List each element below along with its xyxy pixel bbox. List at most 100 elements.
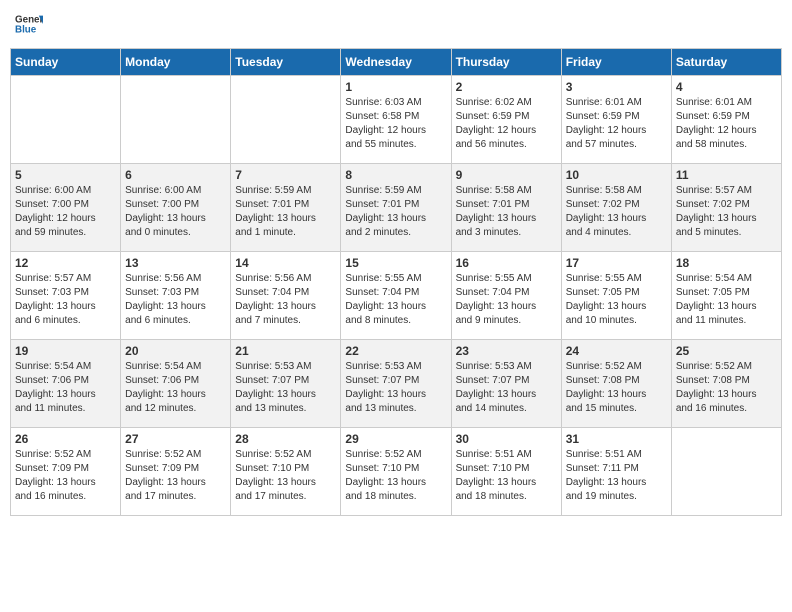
calendar-cell: 15 Sunrise: 5:55 AM Sunset: 7:04 PM Dayli… (341, 252, 451, 340)
calendar-cell: 27 Sunrise: 5:52 AM Sunset: 7:09 PM Dayli… (121, 428, 231, 516)
calendar-cell: 7 Sunrise: 5:59 AM Sunset: 7:01 PM Daylig… (231, 164, 341, 252)
day-info: Sunrise: 5:52 AM Sunset: 7:10 PM Dayligh… (235, 448, 336, 504)
day-info: Sunrise: 5:53 AM Sunset: 7:07 PM Dayligh… (345, 360, 446, 416)
day-info: Sunrise: 6:03 AM Sunset: 6:58 PM Dayligh… (345, 96, 446, 152)
calendar-cell: 28 Sunrise: 5:52 AM Sunset: 7:10 PM Dayli… (231, 428, 341, 516)
calendar-cell: 30Sunrise: 5:51 AM Sunset: 7:10 PM Dayli… (451, 428, 561, 516)
day-info: Sunrise: 5:57 AM Sunset: 7:02 PM Dayligh… (676, 184, 777, 240)
day-info: Sunrise: 5:54 AM Sunset: 7:06 PM Dayligh… (15, 360, 116, 416)
calendar-week-1: 1 Sunrise: 6:03 AM Sunset: 6:58 PM Daylig… (11, 76, 782, 164)
day-info: Sunrise: 5:52 AM Sunset: 7:08 PM Dayligh… (566, 360, 667, 416)
calendar-cell: 21 Sunrise: 5:53 AM Sunset: 7:07 PM Dayli… (231, 340, 341, 428)
day-info: Sunrise: 5:52 AM Sunset: 7:08 PM Dayligh… (676, 360, 777, 416)
day-info: Sunrise: 5:52 AM Sunset: 7:09 PM Dayligh… (15, 448, 116, 504)
day-info: Sunrise: 5:51 AM Sunset: 7:11 PM Dayligh… (566, 448, 667, 504)
calendar-cell: 25 Sunrise: 5:52 AM Sunset: 7:08 PM Dayli… (671, 340, 781, 428)
logo-icon: General Blue (15, 10, 43, 38)
day-number: 29 (345, 432, 446, 446)
day-info: Sunrise: 5:55 AM Sunset: 7:05 PM Dayligh… (566, 272, 667, 328)
svg-text:Blue: Blue (15, 24, 37, 35)
calendar-cell (11, 76, 121, 164)
calendar-week-3: 12 Sunrise: 5:57 AM Sunset: 7:03 PM Dayli… (11, 252, 782, 340)
day-number: 28 (235, 432, 336, 446)
day-info: Sunrise: 5:56 AM Sunset: 7:03 PM Dayligh… (125, 272, 226, 328)
calendar-cell (121, 76, 231, 164)
weekday-header-sunday: Sunday (11, 49, 121, 76)
day-number: 15 (345, 256, 446, 270)
day-info: Sunrise: 6:00 AM Sunset: 7:00 PM Dayligh… (15, 184, 116, 240)
day-number: 7 (235, 168, 336, 182)
day-info: Sunrise: 5:53 AM Sunset: 7:07 PM Dayligh… (235, 360, 336, 416)
calendar-cell: 13 Sunrise: 5:56 AM Sunset: 7:03 PM Dayli… (121, 252, 231, 340)
day-number: 16 (456, 256, 557, 270)
day-info: Sunrise: 5:53 AM Sunset: 7:07 PM Dayligh… (456, 360, 557, 416)
day-info: Sunrise: 6:01 AM Sunset: 6:59 PM Dayligh… (676, 96, 777, 152)
day-number: 6 (125, 168, 226, 182)
calendar-table: SundayMondayTuesdayWednesdayThursdayFrid… (10, 48, 782, 516)
day-number: 11 (676, 168, 777, 182)
day-info: Sunrise: 5:58 AM Sunset: 7:02 PM Dayligh… (566, 184, 667, 240)
day-info: Sunrise: 6:02 AM Sunset: 6:59 PM Dayligh… (456, 96, 557, 152)
weekday-header-thursday: Thursday (451, 49, 561, 76)
day-info: Sunrise: 5:57 AM Sunset: 7:03 PM Dayligh… (15, 272, 116, 328)
day-info: Sunrise: 5:55 AM Sunset: 7:04 PM Dayligh… (456, 272, 557, 328)
day-info: Sunrise: 5:55 AM Sunset: 7:04 PM Dayligh… (345, 272, 446, 328)
calendar-week-5: 26 Sunrise: 5:52 AM Sunset: 7:09 PM Dayli… (11, 428, 782, 516)
day-number: 20 (125, 344, 226, 358)
day-info: Sunrise: 5:51 AM Sunset: 7:10 PM Dayligh… (456, 448, 557, 504)
day-info: Sunrise: 5:52 AM Sunset: 7:10 PM Dayligh… (345, 448, 446, 504)
day-number: 19 (15, 344, 116, 358)
day-number: 17 (566, 256, 667, 270)
day-number: 4 (676, 80, 777, 94)
day-info: Sunrise: 5:59 AM Sunset: 7:01 PM Dayligh… (345, 184, 446, 240)
day-number: 24 (566, 344, 667, 358)
day-number: 23 (456, 344, 557, 358)
day-number: 31 (566, 432, 667, 446)
day-number: 27 (125, 432, 226, 446)
calendar-cell: 6 Sunrise: 6:00 AM Sunset: 7:00 PM Daylig… (121, 164, 231, 252)
day-info: Sunrise: 5:58 AM Sunset: 7:01 PM Dayligh… (456, 184, 557, 240)
day-number: 5 (15, 168, 116, 182)
weekday-header-friday: Friday (561, 49, 671, 76)
calendar-week-4: 19 Sunrise: 5:54 AM Sunset: 7:06 PM Dayli… (11, 340, 782, 428)
calendar-cell: 8Sunrise: 5:59 AM Sunset: 7:01 PM Daylig… (341, 164, 451, 252)
day-info: Sunrise: 5:52 AM Sunset: 7:09 PM Dayligh… (125, 448, 226, 504)
calendar-cell: 31 Sunrise: 5:51 AM Sunset: 7:11 PM Dayli… (561, 428, 671, 516)
day-info: Sunrise: 6:00 AM Sunset: 7:00 PM Dayligh… (125, 184, 226, 240)
calendar-cell: 11 Sunrise: 5:57 AM Sunset: 7:02 PM Dayli… (671, 164, 781, 252)
weekday-header-wednesday: Wednesday (341, 49, 451, 76)
day-number: 3 (566, 80, 667, 94)
day-info: Sunrise: 5:59 AM Sunset: 7:01 PM Dayligh… (235, 184, 336, 240)
weekday-header-monday: Monday (121, 49, 231, 76)
calendar-cell: 14Sunrise: 5:56 AM Sunset: 7:04 PM Dayli… (231, 252, 341, 340)
calendar-cell: 2Sunrise: 6:02 AM Sunset: 6:59 PM Daylig… (451, 76, 561, 164)
calendar-cell: 10 Sunrise: 5:58 AM Sunset: 7:02 PM Dayli… (561, 164, 671, 252)
calendar-cell: 17 Sunrise: 5:55 AM Sunset: 7:05 PM Dayli… (561, 252, 671, 340)
calendar-cell: 19 Sunrise: 5:54 AM Sunset: 7:06 PM Dayli… (11, 340, 121, 428)
calendar-cell: 26 Sunrise: 5:52 AM Sunset: 7:09 PM Dayli… (11, 428, 121, 516)
page-header: General Blue (10, 10, 782, 38)
day-number: 26 (15, 432, 116, 446)
calendar-cell (231, 76, 341, 164)
calendar-cell (671, 428, 781, 516)
day-info: Sunrise: 6:01 AM Sunset: 6:59 PM Dayligh… (566, 96, 667, 152)
calendar-cell: 4 Sunrise: 6:01 AM Sunset: 6:59 PM Daylig… (671, 76, 781, 164)
weekday-header-tuesday: Tuesday (231, 49, 341, 76)
weekday-header-saturday: Saturday (671, 49, 781, 76)
day-number: 22 (345, 344, 446, 358)
day-number: 13 (125, 256, 226, 270)
calendar-cell: 29 Sunrise: 5:52 AM Sunset: 7:10 PM Dayli… (341, 428, 451, 516)
day-number: 18 (676, 256, 777, 270)
day-number: 21 (235, 344, 336, 358)
day-number: 1 (345, 80, 446, 94)
logo: General Blue (15, 10, 43, 38)
day-number: 10 (566, 168, 667, 182)
calendar-cell: 16 Sunrise: 5:55 AM Sunset: 7:04 PM Dayli… (451, 252, 561, 340)
calendar-cell: 20Sunrise: 5:54 AM Sunset: 7:06 PM Dayli… (121, 340, 231, 428)
day-number: 12 (15, 256, 116, 270)
day-number: 25 (676, 344, 777, 358)
calendar-cell: 22 Sunrise: 5:53 AM Sunset: 7:07 PM Dayli… (341, 340, 451, 428)
calendar-cell: 18 Sunrise: 5:54 AM Sunset: 7:05 PM Dayli… (671, 252, 781, 340)
calendar-cell: 1 Sunrise: 6:03 AM Sunset: 6:58 PM Daylig… (341, 76, 451, 164)
day-info: Sunrise: 5:54 AM Sunset: 7:05 PM Dayligh… (676, 272, 777, 328)
